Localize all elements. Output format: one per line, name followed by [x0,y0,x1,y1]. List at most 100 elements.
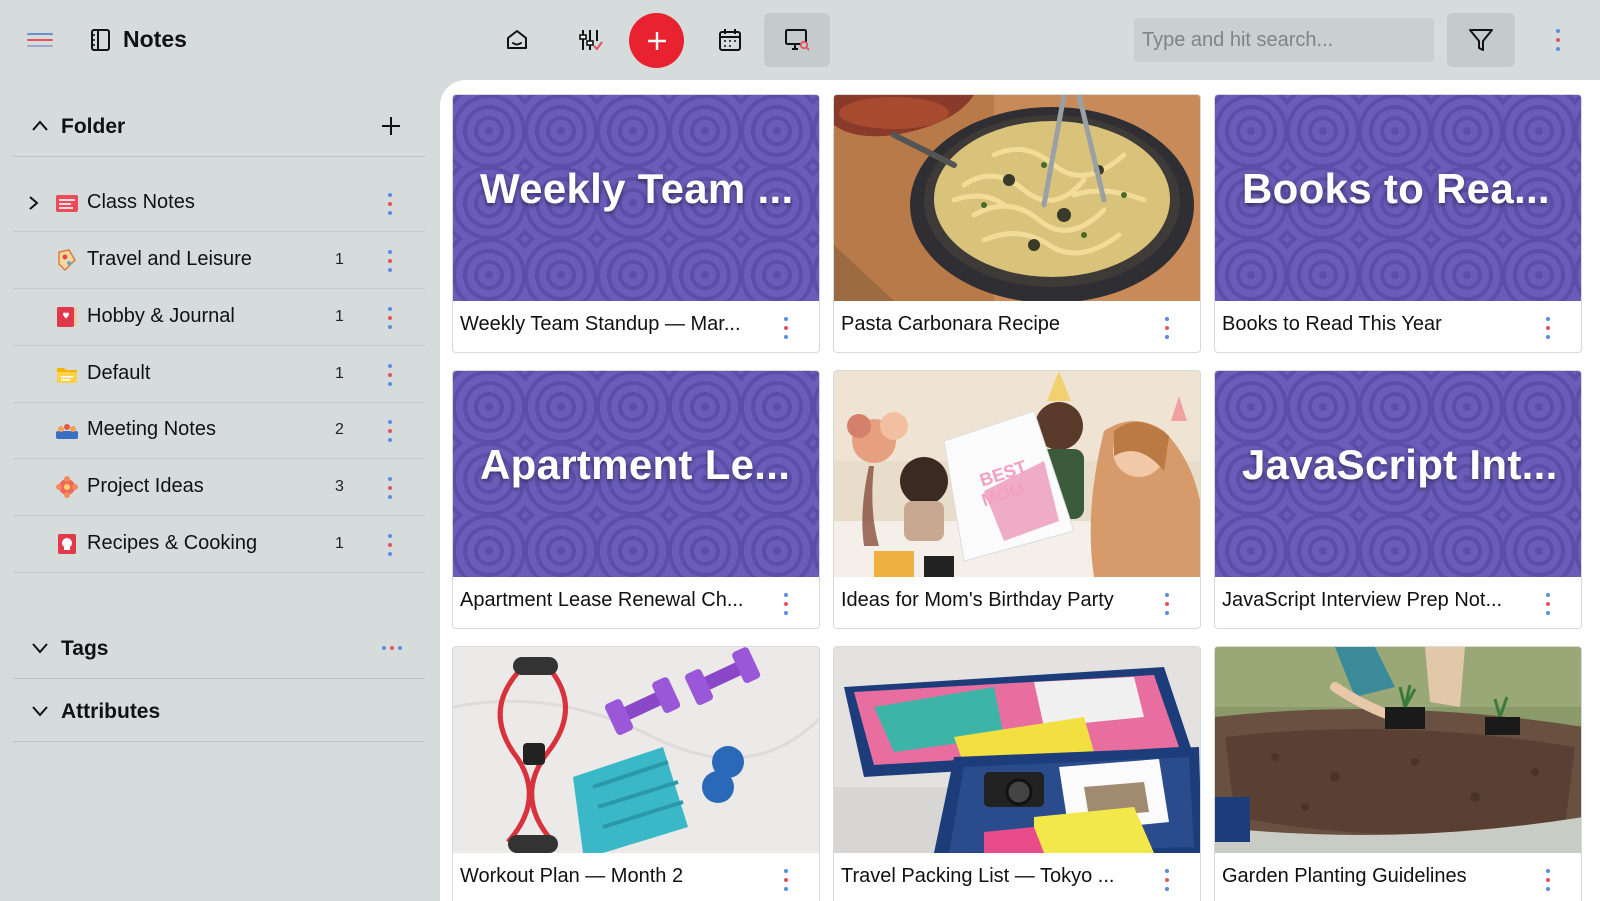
note-title: Garden Planting Guidelines [1222,865,1467,887]
note-thumbnail: Apartment Le... [453,371,819,577]
sidebar: Folder Class Notes Travel and Leisure 1 [0,80,440,901]
note-thumbnail [1215,647,1581,853]
sort-button[interactable] [557,13,623,67]
folder-name: Travel and Leisure [87,248,252,270]
note-thumbnail [834,95,1200,301]
note-card[interactable]: Workout Plan — Month 2 [452,646,820,901]
folder-count: 1 [335,365,344,382]
note-menu-icon[interactable] [1545,315,1551,341]
add-note-button[interactable] [629,13,684,68]
preview-view-button[interactable] [764,13,830,67]
folder-menu-icon[interactable] [387,191,393,217]
add-folder-icon[interactable] [379,114,403,138]
note-card[interactable]: JavaScript Int... JavaScript Interview P… [1214,370,1582,629]
birthday-photo: BEST MOM [834,371,1200,577]
folder-menu-icon[interactable] [387,475,393,501]
tags-menu-icon[interactable] [381,645,403,651]
note-card[interactable]: Travel Packing List — Tokyo ... [833,646,1201,901]
note-thumbnail: Books to Rea... [1215,95,1581,301]
folder-name: Class Notes [87,191,195,213]
note-thumbnail: JavaScript Int... [1215,371,1581,577]
chevron-right-icon[interactable] [26,195,40,211]
chevron-down-icon[interactable] [31,702,49,720]
workout-photo [453,647,819,853]
packing-photo [834,647,1200,853]
note-title: Weekly Team Standup — Mar... [460,313,741,335]
note-menu-icon[interactable] [1164,591,1170,617]
attributes-section-header[interactable]: Attributes [13,680,425,742]
folder-menu-icon[interactable] [387,305,393,331]
calendar-icon [719,29,741,51]
folder-menu-icon[interactable] [387,362,393,388]
note-menu-icon[interactable] [783,315,789,341]
hamburger-menu-icon[interactable] [27,31,53,49]
folder-item-hobby-journal[interactable]: Hobby & Journal 1 [13,289,425,346]
thumbnail-title: Apartment Le... [480,441,791,488]
folder-name: Project Ideas [87,475,204,497]
thumbnail-title: JavaScript Int... [1242,441,1558,488]
notes-grid: Weekly Team ... Weekly Team Standup — Ma… [440,80,1600,901]
folder-section-title: Folder [61,115,126,138]
attributes-section-title: Attributes [61,700,161,723]
ideas-icon [56,476,78,498]
folder-count: 1 [335,308,344,325]
chevron-down-icon[interactable] [31,639,49,657]
note-menu-icon[interactable] [1164,315,1170,341]
folder-menu-icon[interactable] [387,532,393,558]
note-menu-icon[interactable] [1545,867,1551,893]
filter-icon [1469,29,1493,51]
calendar-button[interactable] [697,13,763,67]
note-title: Apartment Lease Renewal Ch... [460,589,744,611]
folder-item-recipes-cooking[interactable]: Recipes & Cooking 1 [13,516,425,573]
journal-icon [57,307,77,327]
tags-section-title: Tags [61,637,109,660]
folder-name: Recipes & Cooking [87,532,258,554]
note-card[interactable]: BEST MOM Ideas for Mom's Birthday Party [833,370,1201,629]
folder-item-travel-and-leisure[interactable]: Travel and Leisure 1 [13,232,425,289]
note-card[interactable]: Garden Planting Guidelines [1214,646,1582,901]
class-notes-icon [56,195,78,212]
travel-icon [58,249,76,272]
chevron-up-icon[interactable] [31,117,49,135]
note-card[interactable]: Weekly Team ... Weekly Team Standup — Ma… [452,94,820,353]
screen-search-icon [785,29,810,51]
note-menu-icon[interactable] [783,867,789,893]
recipe-icon [58,534,76,554]
note-title: JavaScript Interview Prep Not... [1222,589,1503,611]
folder-item-class-notes[interactable]: Class Notes [13,175,425,232]
folder-item-project-ideas[interactable]: Project Ideas 3 [13,459,425,516]
home-icon [507,30,527,49]
note-card[interactable]: Pasta Carbonara Recipe [833,94,1201,353]
folder-menu-icon[interactable] [387,418,393,444]
note-title: Books to Read This Year [1222,313,1442,335]
folder-count: 2 [335,421,344,438]
plus-icon [647,31,666,50]
folder-name: Default [87,362,151,384]
note-menu-icon[interactable] [783,591,789,617]
note-menu-icon[interactable] [1545,591,1551,617]
thumbnail-title: Books to Rea... [1242,165,1550,212]
search-input[interactable] [1134,18,1434,62]
note-card[interactable]: Apartment Le... Apartment Lease Renewal … [452,370,820,629]
note-menu-icon[interactable] [1164,867,1170,893]
note-thumbnail: Weekly Team ... [453,95,819,301]
folder-section-header[interactable]: Folder [13,95,425,157]
folder-menu-icon[interactable] [387,248,393,274]
filter-button[interactable] [1447,13,1515,67]
note-title: Ideas for Mom's Birthday Party [841,589,1114,611]
app-title: Notes [123,26,187,52]
note-thumbnail: BEST MOM [834,371,1200,577]
folder-count: 1 [335,535,344,552]
folder-item-meeting-notes[interactable]: Meeting Notes 2 [13,402,425,459]
note-title: Workout Plan — Month 2 [460,865,684,887]
more-options-icon[interactable] [1552,26,1564,54]
tags-section-header[interactable]: Tags [13,617,425,679]
note-title: Pasta Carbonara Recipe [841,313,1061,335]
folder-name: Meeting Notes [87,418,216,440]
note-thumbnail [453,647,819,853]
folder-item-default[interactable]: Default 1 [13,346,425,403]
note-card[interactable]: Books to Rea... Books to Read This Year [1214,94,1582,353]
notebook-icon [91,29,110,51]
folder-name: Hobby & Journal [87,305,235,327]
home-button[interactable] [484,13,550,67]
